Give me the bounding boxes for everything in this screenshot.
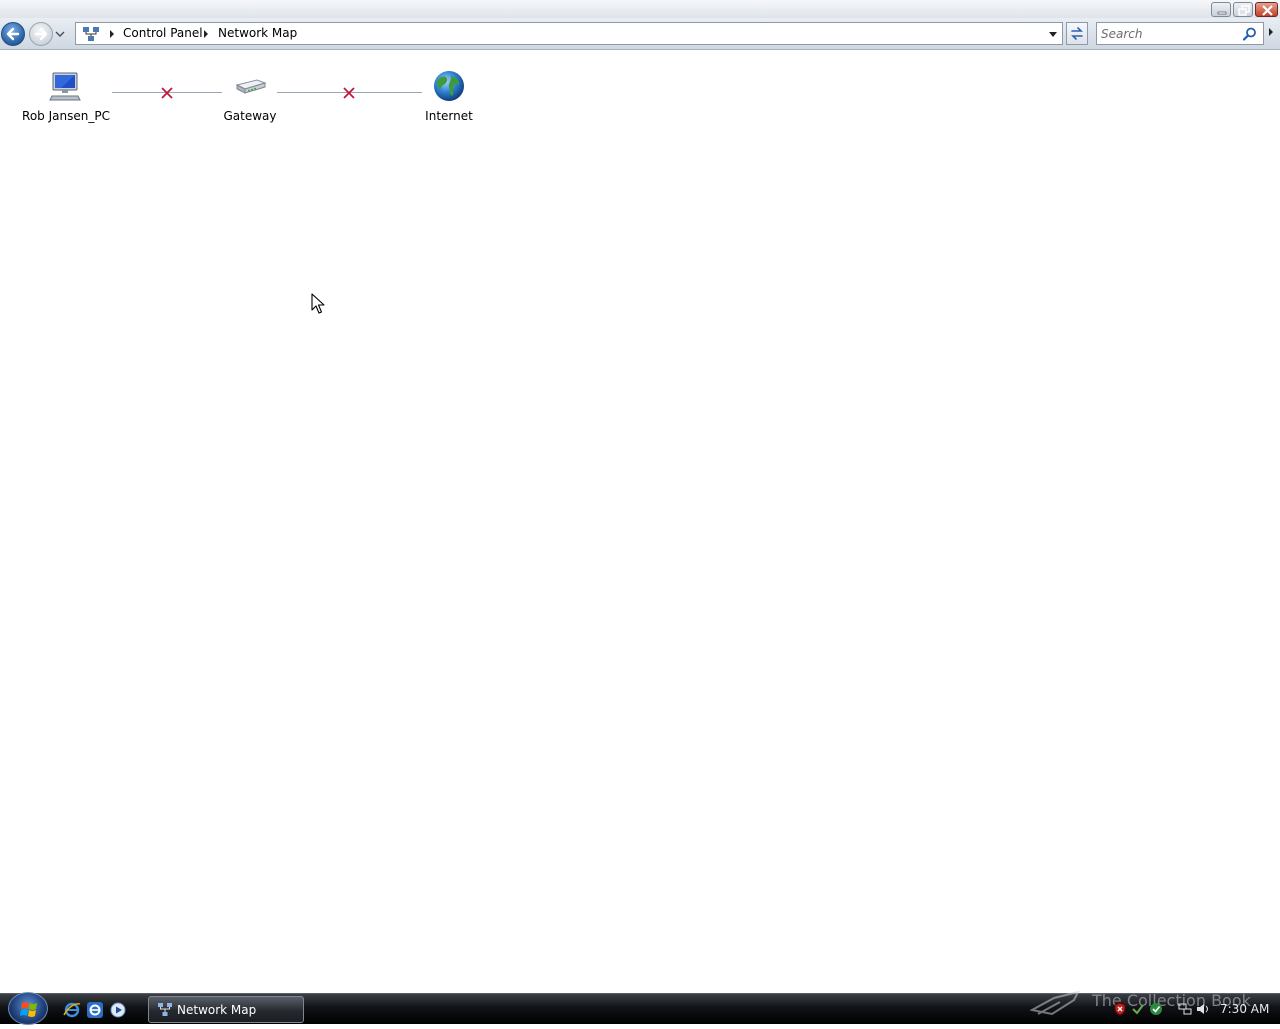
search-box[interactable]	[1096, 22, 1264, 45]
breadcrumb-control-panel[interactable]: Control Panel	[123, 26, 203, 41]
restore-icon	[1238, 5, 1250, 16]
media-player-icon[interactable]	[109, 1001, 127, 1019]
breadcrumb-separator-icon[interactable]	[109, 30, 115, 38]
forward-button[interactable]	[29, 22, 53, 46]
refresh-button[interactable]	[1066, 22, 1088, 45]
book-watermark-icon	[1030, 990, 1080, 1016]
internet-explorer-icon[interactable]	[86, 1001, 104, 1019]
breadcrumb-separator-icon[interactable]	[203, 30, 209, 38]
close-icon	[1262, 5, 1273, 16]
check-icon[interactable]	[1131, 1002, 1145, 1016]
arrow-left-icon	[6, 27, 20, 41]
globe-icon	[434, 71, 464, 101]
search-input[interactable]	[1101, 25, 1241, 42]
back-button[interactable]	[1, 22, 25, 46]
minimize-icon	[1217, 11, 1227, 15]
volume-icon[interactable]	[1196, 1002, 1210, 1016]
network-node-gateway[interactable]: Gateway	[195, 69, 305, 123]
maximize-button[interactable]	[1233, 2, 1253, 17]
gateway-router-icon	[235, 79, 267, 94]
node-label: Internet	[425, 109, 473, 123]
network-node-internet[interactable]: Internet	[394, 69, 504, 123]
arrow-right-icon	[34, 27, 48, 41]
network-status-icon[interactable]	[1178, 1002, 1192, 1016]
broken-connection-icon[interactable]	[343, 87, 355, 99]
internet-explorer-icon[interactable]	[63, 1001, 81, 1019]
taskbar-button-label: Network Map	[177, 1003, 257, 1017]
taskbar: Network Map The Collection Book 7:30 AM	[0, 990, 1280, 1025]
computer-icon	[49, 72, 81, 101]
chevron-right-icon[interactable]	[1268, 28, 1274, 36]
network-map-icon	[158, 1003, 172, 1016]
network-map-canvas: Rob Jansen_PC Gateway Internet	[0, 51, 1280, 993]
broken-connection-icon[interactable]	[161, 87, 173, 99]
recent-pages-dropdown[interactable]	[55, 29, 65, 39]
node-label: Rob Jansen_PC	[22, 109, 110, 123]
mouse-pointer-icon	[311, 293, 325, 314]
taskbar-button-network-map[interactable]: Network Map	[148, 996, 304, 1023]
navigation-bar: Control Panel Network Map	[0, 18, 1280, 50]
breadcrumb-network-map[interactable]: Network Map	[218, 26, 297, 41]
node-label: Gateway	[223, 109, 277, 123]
network-map-icon	[83, 27, 99, 41]
minimize-button[interactable]	[1211, 2, 1231, 17]
address-bar[interactable]: Control Panel Network Map	[75, 22, 1063, 45]
chevron-down-icon[interactable]	[1048, 30, 1058, 38]
windows-logo-icon	[20, 1002, 37, 1017]
security-alert-icon[interactable]	[1113, 1002, 1127, 1016]
refresh-icon	[1071, 27, 1083, 40]
search-icon[interactable]	[1243, 27, 1257, 41]
system-clock[interactable]: 7:30 AM	[1220, 1002, 1269, 1016]
network-node-computer[interactable]: Rob Jansen_PC	[11, 69, 121, 123]
start-button[interactable]	[8, 992, 48, 1025]
window-title-bar	[0, 0, 1280, 18]
antivirus-icon[interactable]	[1149, 1002, 1163, 1016]
close-button[interactable]	[1255, 2, 1278, 17]
